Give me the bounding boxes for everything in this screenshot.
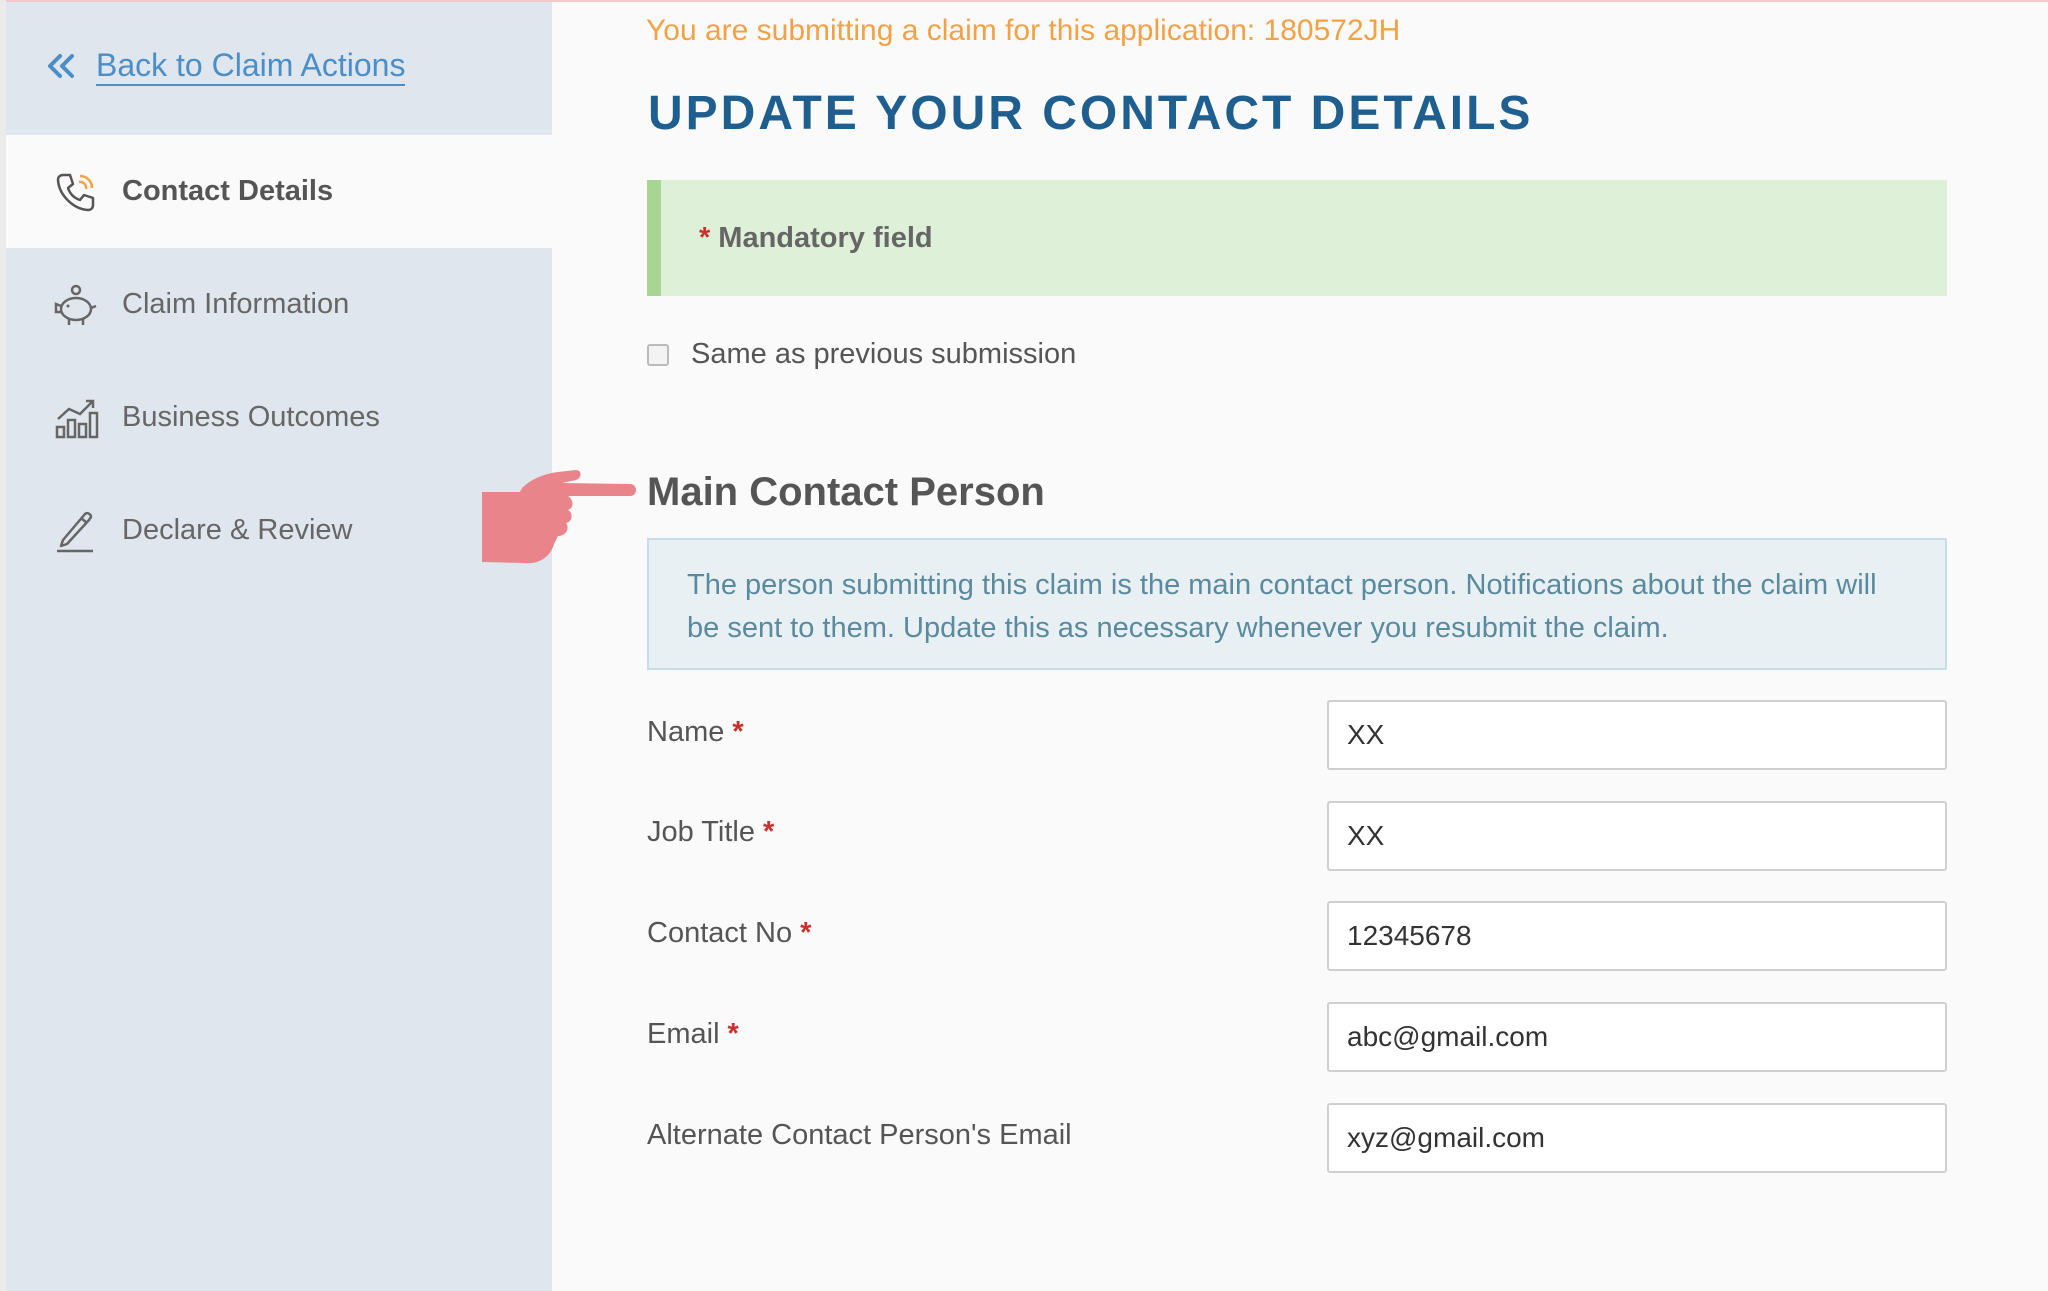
mandatory-field-note: * Mandatory field [647, 180, 1947, 296]
email-label-text: Email [647, 1018, 720, 1050]
sidebar-item-contact-details[interactable]: Contact Details [6, 135, 552, 248]
piggy-bank-icon [52, 281, 100, 329]
mandatory-field-label: Mandatory field [718, 221, 933, 254]
sidebar-item-claim-information[interactable]: Claim Information [6, 248, 552, 361]
contact-no-field[interactable] [1327, 901, 1947, 971]
required-asterisk: * [732, 716, 744, 748]
name-label-text: Name [647, 716, 725, 748]
alternate-email-label: Alternate Contact Person's Email [647, 1119, 1072, 1152]
pointing-hand-icon [482, 462, 637, 573]
same-as-previous-label: Same as previous submission [691, 338, 1077, 370]
sidebar-item-business-outcomes[interactable]: Business Outcomes [6, 361, 552, 474]
email-label: Email * [647, 1018, 739, 1051]
phone-icon [52, 168, 100, 216]
sidebar-item-declare-review[interactable]: Declare & Review [6, 474, 552, 587]
sidebar-item-label: Claim Information [122, 288, 350, 320]
sidebar-item-label: Declare & Review [122, 514, 353, 546]
page-title: UPDATE YOUR CONTACT DETAILS [648, 87, 1534, 140]
back-to-claim-actions-link[interactable]: Back to Claim Actions [46, 46, 406, 86]
contact-no-label: Contact No * [647, 917, 811, 950]
sidebar: Back to Claim Actions Contact Details Cl… [6, 2, 552, 1291]
alternate-email-field[interactable] [1327, 1103, 1947, 1173]
double-chevron-left-icon [46, 53, 76, 79]
application-notice: You are submitting a claim for this appl… [646, 14, 1401, 47]
required-asterisk: * [763, 816, 775, 848]
contact-no-label-text: Contact No [647, 917, 793, 949]
same-as-previous-checkbox[interactable] [647, 343, 669, 366]
job-title-label-text: Job Title [647, 816, 755, 848]
required-asterisk: * [727, 1018, 739, 1050]
back-link-label: Back to Claim Actions [96, 46, 406, 86]
email-field[interactable] [1327, 1002, 1947, 1072]
name-field[interactable] [1327, 700, 1947, 770]
job-title-label: Job Title * [647, 816, 774, 849]
section-title: Main Contact Person [647, 470, 1045, 514]
pen-icon [52, 507, 100, 555]
job-title-field[interactable] [1327, 801, 1947, 871]
info-box: The person submitting this claim is the … [647, 538, 1947, 670]
same-as-previous-row: Same as previous submission [647, 338, 1076, 371]
required-asterisk: * [800, 917, 812, 949]
alternate-email-label-text: Alternate Contact Person's Email [647, 1119, 1072, 1151]
required-asterisk: * [699, 221, 711, 254]
sidebar-item-label: Contact Details [122, 175, 334, 207]
name-label: Name * [647, 716, 744, 749]
bar-chart-icon [52, 394, 100, 442]
sidebar-item-label: Business Outcomes [122, 401, 380, 433]
